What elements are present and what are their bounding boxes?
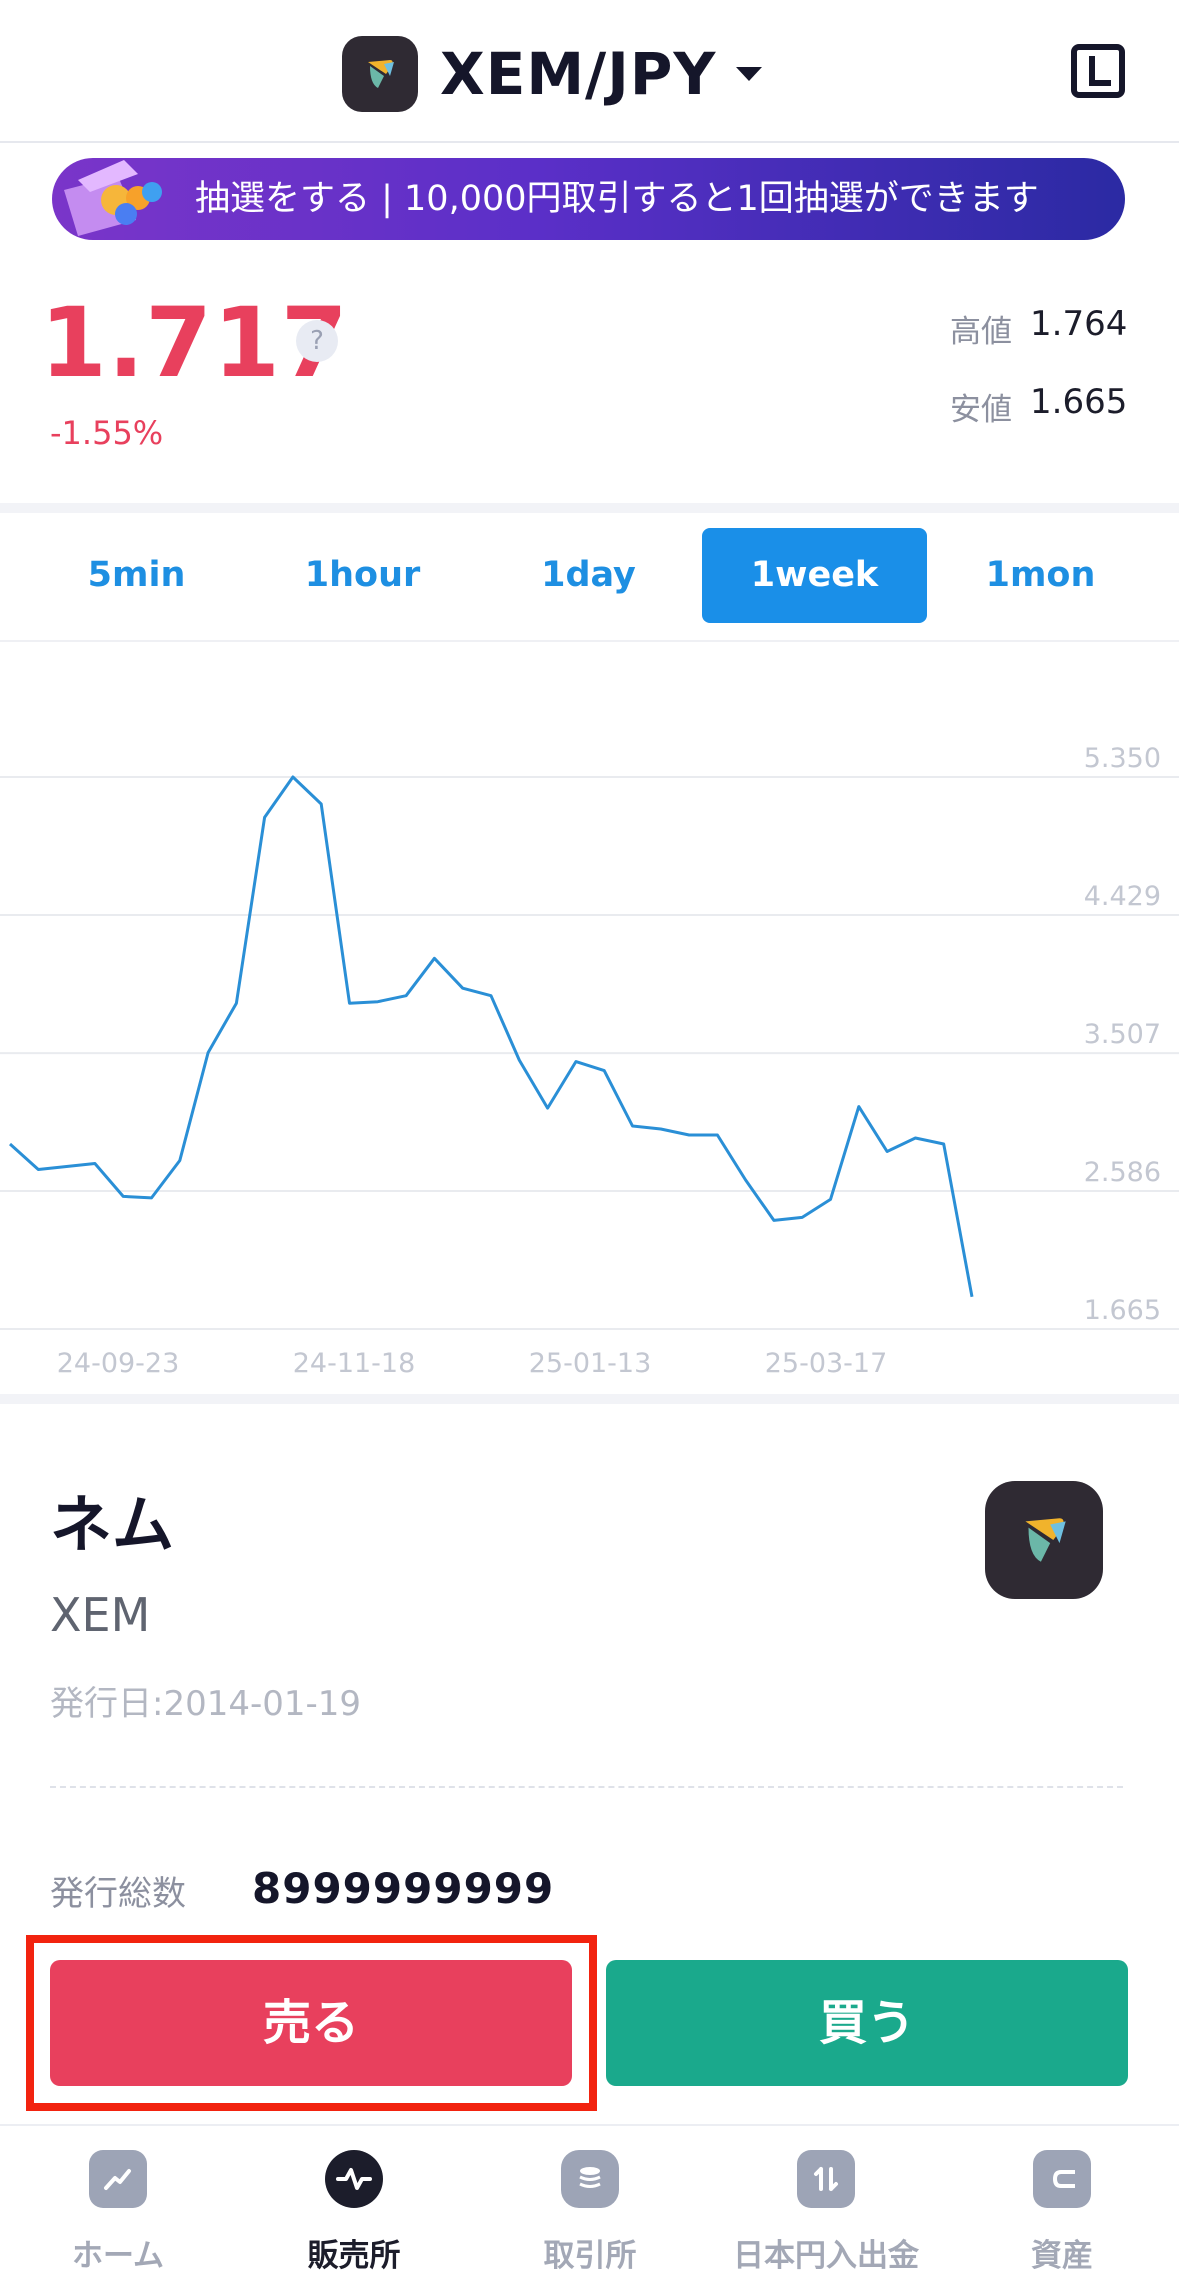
high-label: 高値: [950, 314, 1012, 350]
sell-button[interactable]: 売る: [50, 1960, 572, 2086]
price-chart[interactable]: 5.350 4.429 3.507 2.586 1.665 24-09-23 24-11-1…: [0, 642, 1179, 1394]
x-tick-label: 25-03-17: [765, 1348, 888, 1379]
y-tick-label: 3.507: [1084, 1019, 1161, 1050]
coin-symbol: XEM: [50, 1588, 151, 1642]
y-tick-label: 5.350: [1084, 743, 1161, 774]
tab-1hour[interactable]: 1hour: [250, 528, 475, 623]
tab-5min[interactable]: 5min: [24, 528, 249, 623]
tab-1week[interactable]: 1week: [702, 528, 927, 623]
caret-down-icon: [736, 67, 763, 81]
gift-box-icon: [58, 150, 178, 242]
nav-label-assets: 資産: [1031, 2238, 1093, 2274]
high-value: 1.764: [1030, 304, 1128, 344]
supply-value: 8999999999: [252, 1864, 555, 1913]
x-tick-label: 24-09-23: [57, 1348, 180, 1379]
low-value: 1.665: [1030, 382, 1128, 422]
home-chart-icon: [89, 2150, 147, 2208]
nav-label-exchange: 取引所: [543, 2238, 637, 2274]
pair-title: XEM/JPY: [440, 40, 717, 108]
nav-item-jpy-transfer[interactable]: 日本円入出金: [708, 2126, 944, 2282]
section-divider: [0, 503, 1179, 513]
nav-item-dealer[interactable]: 販売所: [236, 2126, 472, 2282]
app-header: XEM/JPY: [0, 0, 1179, 143]
coin-name: ネム: [50, 1488, 175, 1561]
price-change: -1.55%: [50, 414, 164, 452]
xem-coin-icon: [342, 36, 418, 112]
help-icon[interactable]: ?: [296, 320, 338, 362]
pair-selector[interactable]: XEM/JPY: [342, 36, 763, 112]
x-tick-label: 24-11-18: [293, 1348, 416, 1379]
wallet-icon: [1033, 2150, 1091, 2208]
layout-icon[interactable]: [1071, 44, 1125, 98]
xem-coin-icon: [985, 1481, 1103, 1599]
x-tick-label: 25-01-13: [529, 1348, 652, 1379]
coin-stack-icon: [561, 2150, 619, 2208]
nav-label-jpy-transfer: 日本円入出金: [733, 2238, 919, 2274]
nav-label-dealer: 販売所: [307, 2238, 401, 2274]
price-series-line: [8, 775, 974, 1298]
y-tick-label: 1.665: [1084, 1295, 1161, 1326]
tab-1mon[interactable]: 1mon: [928, 528, 1153, 623]
y-tick-label: 4.429: [1084, 881, 1161, 912]
nav-label-home: ホーム: [71, 2238, 165, 2274]
supply-label: 発行総数: [50, 1874, 186, 1914]
nav-item-assets[interactable]: 資産: [944, 2126, 1179, 2282]
trade-wave-icon: [325, 2150, 383, 2208]
nav-item-home[interactable]: ホーム: [0, 2126, 236, 2282]
dashed-divider: [50, 1786, 1123, 1788]
bottom-nav: ホーム 販売所 取引所 日本円入出金 資産: [0, 2124, 1179, 2282]
banner-text[interactable]: 抽選をする | 10,000円取引すると1回抽選ができます: [195, 158, 1039, 240]
issue-date: 発行日:2014-01-19: [50, 1684, 362, 1724]
section-divider: [0, 1394, 1179, 1404]
y-tick-label: 2.586: [1084, 1157, 1161, 1188]
tab-1day[interactable]: 1day: [476, 528, 701, 623]
low-label: 安値: [950, 392, 1012, 428]
interval-tabs: 5min 1hour 1day 1week 1mon: [0, 528, 1179, 623]
buy-button[interactable]: 買う: [606, 1960, 1128, 2086]
nav-item-exchange[interactable]: 取引所: [472, 2126, 708, 2282]
transfer-arrows-icon: [797, 2150, 855, 2208]
